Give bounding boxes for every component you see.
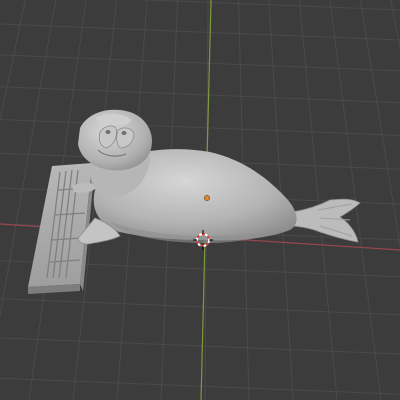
grid-line-width xyxy=(0,337,400,355)
origin-point[interactable] xyxy=(204,195,210,201)
grid-line-width xyxy=(0,377,400,395)
viewport-canvas[interactable] xyxy=(0,0,400,400)
grid-line-width xyxy=(0,23,400,41)
grid-line-width xyxy=(0,54,400,72)
keyboard-base[interactable] xyxy=(28,163,95,294)
seal-model[interactable] xyxy=(72,109,361,245)
grid-line-depth xyxy=(359,0,400,249)
3d-viewport[interactable] xyxy=(0,0,400,400)
grid-line-depth xyxy=(0,0,26,123)
grid-line-width xyxy=(137,0,400,11)
seal-head xyxy=(78,109,152,171)
grid-line-width xyxy=(0,119,400,137)
grid-line-width xyxy=(0,298,400,316)
grid-line-width xyxy=(0,86,400,104)
